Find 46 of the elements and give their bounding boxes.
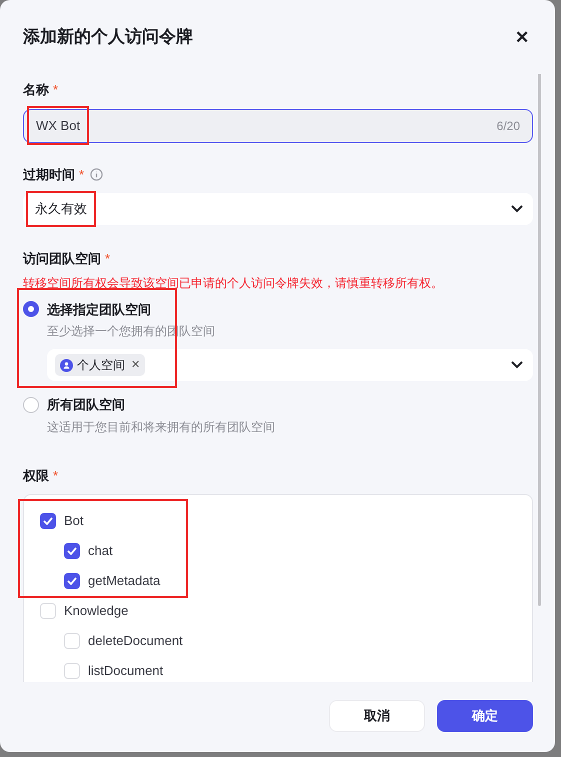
checkmark-icon [67,547,77,555]
cancel-button[interactable]: 取消 [329,700,425,732]
field-label: 名称 [23,81,49,99]
name-input-field[interactable]: WX Bot 6/20 [23,108,533,142]
field-label: 过期时间 [23,166,75,184]
permission-label: Knowledge [64,602,128,620]
expiry-select[interactable]: 永久有效 [23,193,533,225]
required-mark: * [53,81,58,99]
permission-label: Bot [64,512,84,530]
field-label: 权限 [23,466,49,484]
confirm-button[interactable]: 确定 [437,700,533,732]
checkbox[interactable] [64,573,80,589]
close-button[interactable]: ✕ [515,28,529,46]
info-icon[interactable] [90,168,104,181]
scrollbar[interactable] [538,74,541,606]
permission-label: listDocument [88,662,164,680]
tag-label: 个人空间 [77,357,125,374]
field-label: 访问团队空间 [23,250,101,268]
warning-text: 转移空间所有权会导致该空间已申请的个人访问令牌失效，请慎重转移所有权。 [23,274,444,292]
field-value: WX Bot [36,116,80,136]
remove-tag-button[interactable]: ✕ [131,356,140,374]
chevron-down-icon [511,205,523,213]
required-mark: * [79,166,84,184]
option-label: 选择指定团队空间 [47,300,151,318]
checkbox[interactable] [64,543,80,559]
select-value: 永久有效 [35,199,87,219]
option-hint: 这适用于您目前和将来拥有的所有团队空间 [46,418,276,436]
chevron-down-icon [511,361,523,369]
character-counter: 6/20 [496,118,520,134]
required-mark: * [105,250,110,268]
option-label: 所有团队空间 [47,396,125,414]
checkbox[interactable] [64,633,80,649]
checkbox[interactable] [64,663,80,679]
permission-label: chat [88,542,113,560]
permission-label: getMetadata [88,572,160,590]
checkbox[interactable] [40,603,56,619]
checkmark-icon [43,517,53,525]
dialog-title: 添加新的个人访问令牌 [23,26,193,48]
person-icon [60,358,73,372]
radio-button[interactable] [23,301,39,318]
space-select[interactable]: 个人空间 ✕ [47,349,533,381]
checkbox[interactable] [40,513,56,529]
radio-button[interactable] [23,396,39,413]
permission-label: deleteDocument [88,632,183,650]
required-mark: * [53,466,58,484]
checkmark-icon [67,577,77,585]
